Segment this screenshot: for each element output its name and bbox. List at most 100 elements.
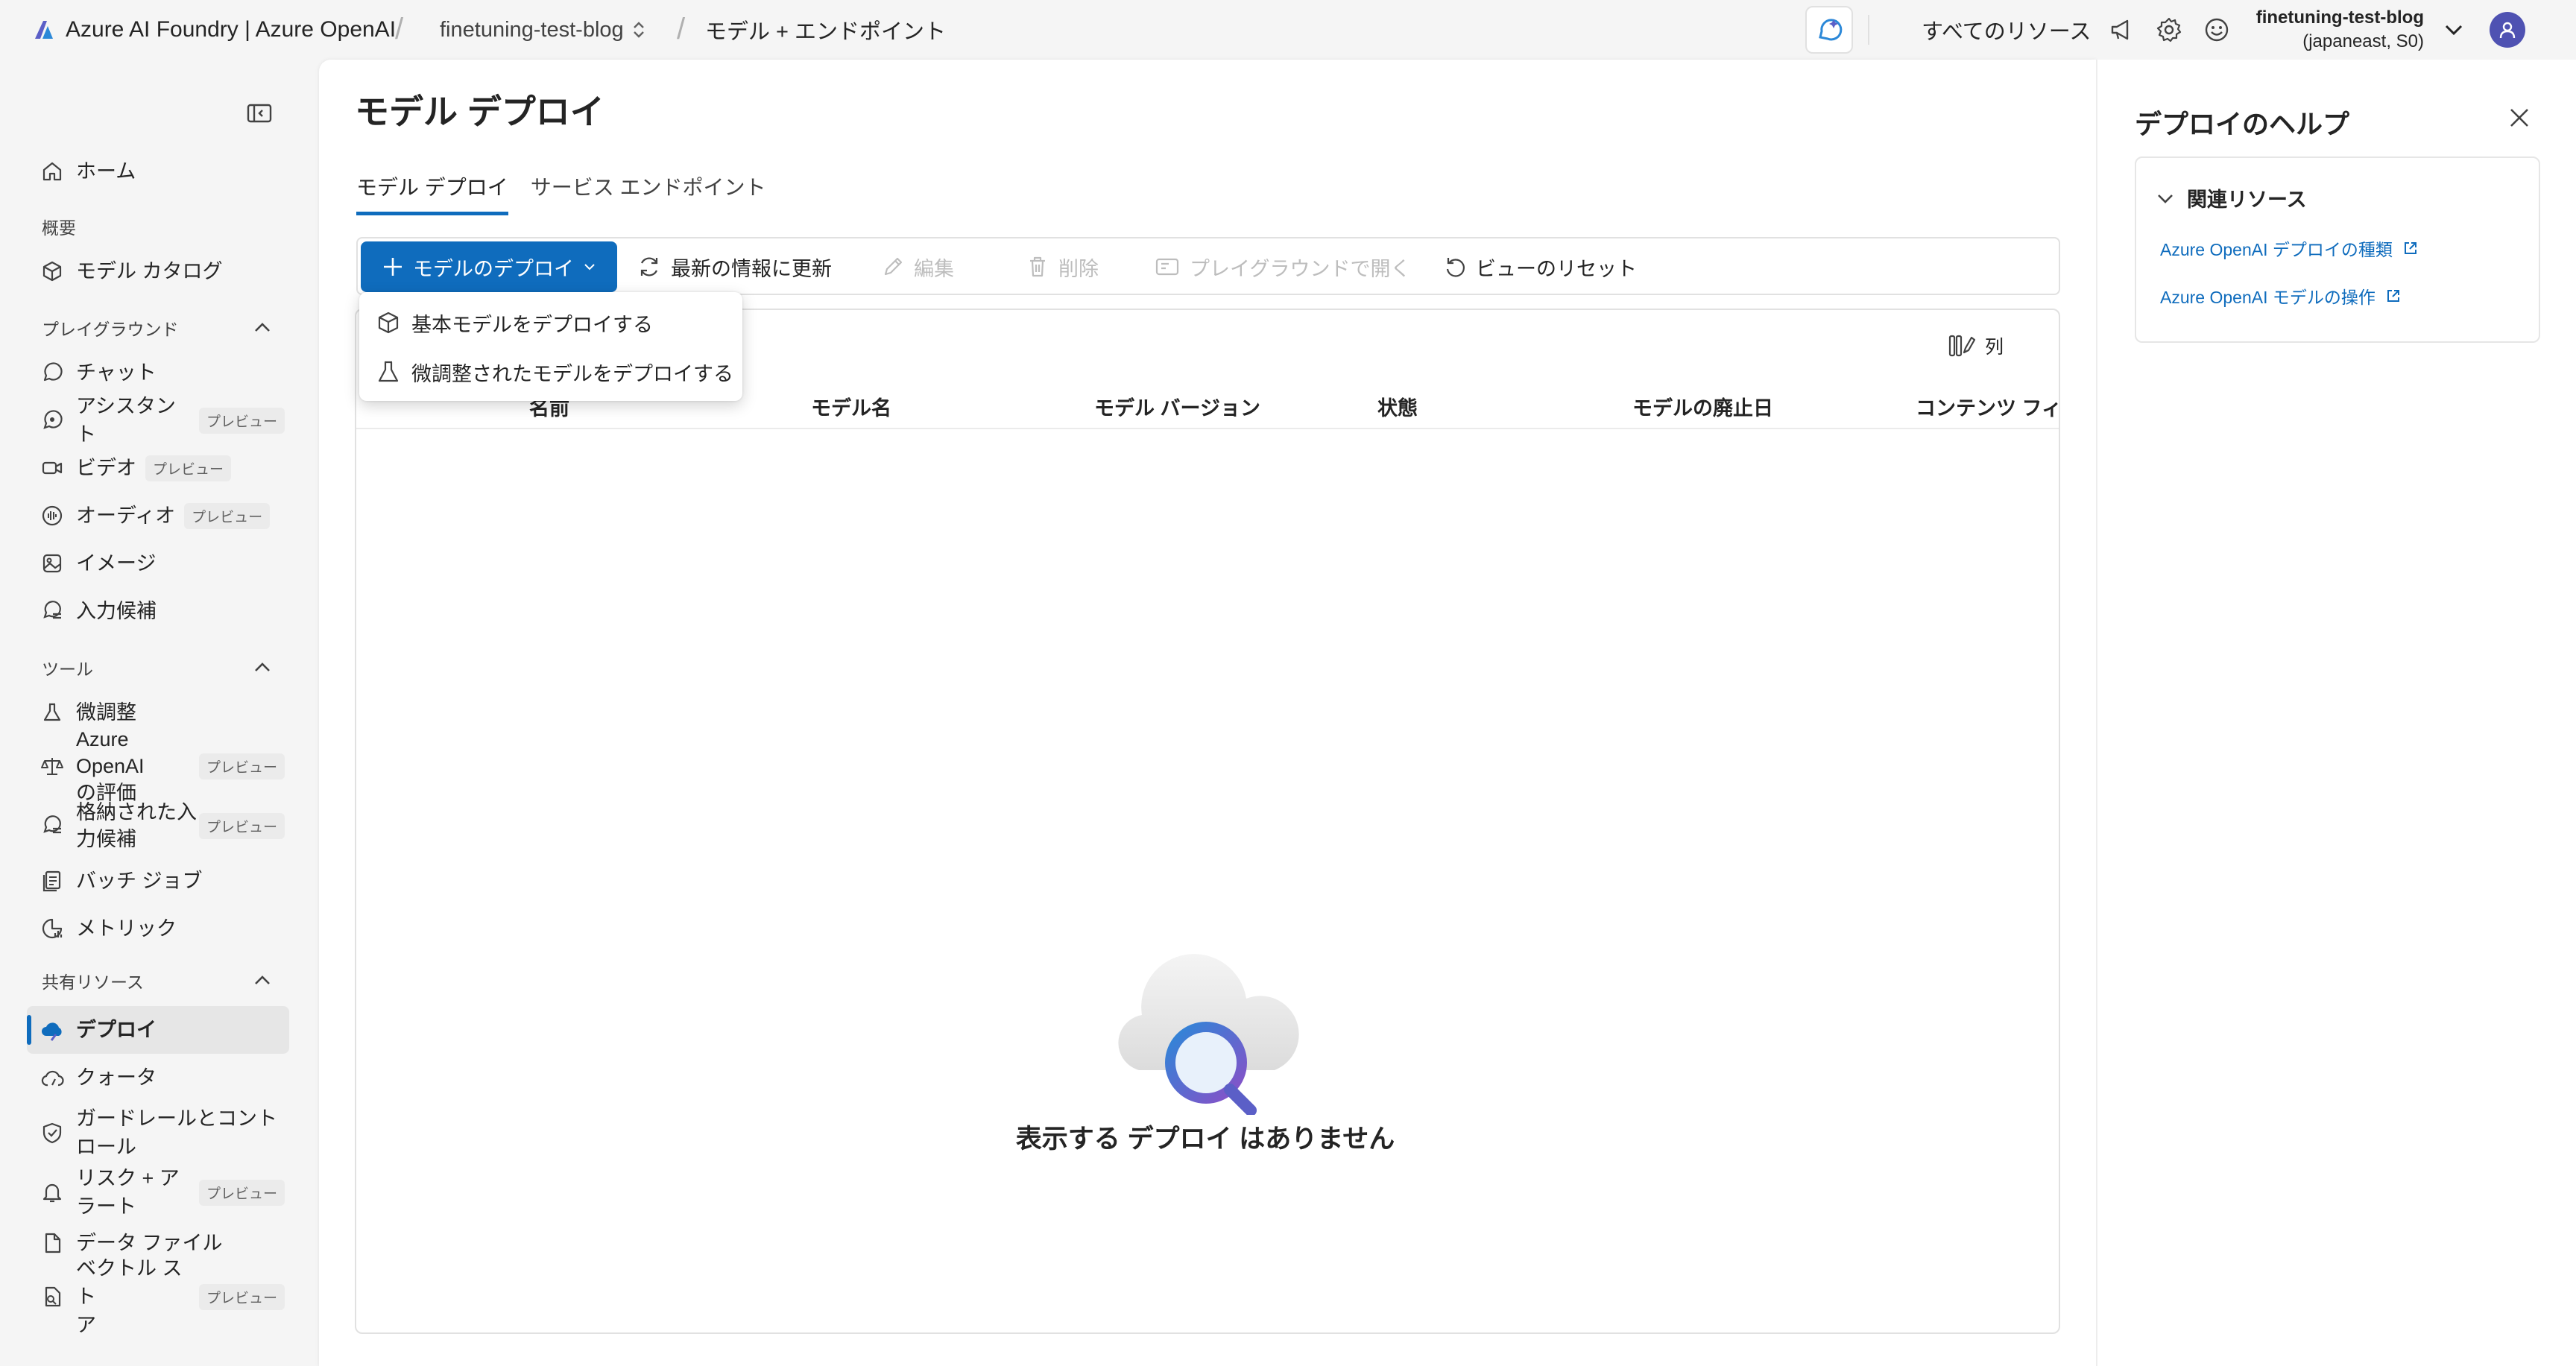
menu-item-deploy-base-model[interactable]: 基本モデルをデプロイする <box>359 298 742 347</box>
sidebar-item-video[interactable]: ビデオ プレビュー <box>27 444 289 492</box>
sidebar-item-label: バッチ ジョブ <box>76 870 203 892</box>
section-tools[interactable]: ツール <box>42 653 273 683</box>
brand-link[interactable]: Azure AI Foundry | Azure OpenAI <box>33 13 396 46</box>
sidebar-item-label: メトリック <box>76 917 177 940</box>
account-info[interactable]: finetuning-test-blog (japaneast, S0) <box>2256 6 2424 54</box>
section-label: 概要 <box>42 218 76 238</box>
command-bar: モデルのデプロイ 最新の情報に更新 編集 削除 プレイグラウンドで開く ビューの… <box>356 237 2060 295</box>
link-label: Azure OpenAI モデルの操作 <box>2160 288 2375 307</box>
feedback-smiley-icon[interactable] <box>2202 15 2232 45</box>
section-playground[interactable]: プレイグラウンド <box>42 313 273 343</box>
link-label: Azure OpenAI デプロイの種類 <box>2160 240 2393 259</box>
breadcrumb-current-page[interactable]: モデル + エンドポイント <box>705 13 946 46</box>
sidebar-item-metrics[interactable]: メトリック <box>27 905 289 952</box>
metrics-icon <box>37 914 67 943</box>
all-resources-link[interactable]: すべてのリソース <box>1922 13 2091 46</box>
sidebar-item-label: モデル カタログ <box>76 260 223 282</box>
sidebar-item-chat[interactable]: チャット <box>27 349 289 396</box>
refresh-button[interactable]: 最新の情報に更新 <box>637 241 832 292</box>
stored-completions-icon <box>37 811 67 841</box>
sidebar-item-evaluation[interactable]: Azure OpenAI の評価 プレビュー <box>27 728 289 804</box>
section-label: プレイグラウンド <box>42 320 179 339</box>
close-icon[interactable] <box>2506 104 2533 131</box>
sidebar-item-label: Azure OpenAI の評価 <box>76 726 199 806</box>
columns-button[interactable]: 列 <box>1948 332 2004 359</box>
sidebar-item-stored-completions[interactable]: 格納された入 力候補 プレビュー <box>27 797 289 854</box>
preview-badge: プレビュー <box>198 812 285 839</box>
column-header-content-filter[interactable]: コンテンツ フィルター <box>1916 392 2059 421</box>
completions-icon <box>37 596 67 626</box>
preview-badge: プレビュー <box>198 753 285 780</box>
sidebar-item-batch-jobs[interactable]: バッチ ジョブ <box>27 857 289 905</box>
brand-title: Azure AI Foundry | Azure OpenAI <box>66 17 397 42</box>
sidebar-item-completions[interactable]: 入力候補 <box>27 587 289 635</box>
breadcrumb-page-label: モデル + エンドポイント <box>705 20 947 44</box>
sidebar-item-label: クォータ <box>76 1066 157 1089</box>
quota-icon <box>37 1063 67 1093</box>
breadcrumb-separator: / <box>677 12 686 45</box>
sidebar-item-image[interactable]: イメージ <box>27 540 289 587</box>
delete-button[interactable]: 削除 <box>1026 241 1099 292</box>
sidebar-item-label: 入力候補 <box>76 600 157 622</box>
deploy-model-button[interactable]: モデルのデプロイ <box>361 241 617 292</box>
tab-list: モデル デプロイ サービス エンドポイント <box>356 171 789 215</box>
sidebar-item-risk-alerts[interactable]: リスク + アラート プレビュー <box>27 1163 289 1222</box>
assistant-icon <box>37 405 67 435</box>
related-resources-toggle[interactable]: 関連リソース <box>2156 183 2307 212</box>
sidebar-item-model-catalog[interactable]: モデル カタログ <box>27 247 289 295</box>
edit-label: 編集 <box>914 257 954 280</box>
sidebar-item-guardrails[interactable]: ガードレールとコント ロール <box>27 1103 289 1163</box>
section-shared-resources[interactable]: 共有リソース <box>42 966 273 996</box>
reset-view-button[interactable]: ビューのリセット <box>1443 241 1637 292</box>
sidebar-item-label: データ ファイル <box>76 1232 223 1254</box>
audio-wave-icon <box>37 501 67 531</box>
sidebar-item-label: オーディオ <box>76 505 176 527</box>
open-in-playground-button[interactable]: プレイグラウンドで開く <box>1154 241 1410 292</box>
project-selector[interactable]: finetuning-test-blog <box>440 13 646 46</box>
related-resources-card: 関連リソース Azure OpenAI デプロイの種類 Azure OpenAI… <box>2135 156 2540 343</box>
column-header-model-name[interactable]: モデル名 <box>811 392 891 421</box>
sidebar: ホーム 概要 モデル カタログ プレイグラウンド チャット アシスタント プレビ… <box>0 60 313 1366</box>
help-panel: デプロイのヘルプ 関連リソース Azure OpenAI デプロイの種類 Azu… <box>2096 60 2576 1366</box>
column-header-retirement-date[interactable]: モデルの廃止日 <box>1632 392 1773 421</box>
sidebar-item-quota[interactable]: クォータ <box>27 1054 289 1101</box>
tab-service-endpoints[interactable]: サービス エンドポイント <box>531 171 766 215</box>
settings-icon[interactable] <box>2154 15 2184 45</box>
edit-button[interactable]: 編集 <box>881 241 954 292</box>
top-bar: Azure AI Foundry | Azure OpenAI / finetu… <box>0 0 2576 60</box>
breadcrumb-separator: / <box>395 12 404 45</box>
label-line-2: 力候補 <box>76 828 136 850</box>
avatar[interactable] <box>2490 12 2525 48</box>
sidebar-item-home[interactable]: ホーム <box>27 148 289 195</box>
label-line-1: リスク + ア <box>76 1167 180 1189</box>
chevron-up-icon <box>252 317 273 338</box>
copilot-button[interactable] <box>1805 6 1853 54</box>
flask-icon <box>37 698 67 727</box>
shield-check-icon <box>37 1118 67 1148</box>
open-in-playground-label: プレイグラウンドで開く <box>1190 257 1411 280</box>
link-deployment-types[interactable]: Azure OpenAI デプロイの種類 <box>2160 235 2419 261</box>
all-resources-label: すべてのリソース <box>1922 20 2092 44</box>
chevron-down-icon[interactable] <box>2439 15 2469 45</box>
chevron-up-down-icon <box>631 20 646 39</box>
column-header-model-version[interactable]: モデル バージョン <box>1094 392 1260 421</box>
section-label: 共有リソース <box>42 973 144 992</box>
help-panel-title: デプロイのヘルプ <box>2135 109 2350 139</box>
collapse-sidebar-icon[interactable] <box>244 98 274 128</box>
announcement-icon[interactable] <box>2106 15 2136 45</box>
menu-item-deploy-finetuned-model[interactable]: 微調整されたモデルをデプロイする <box>359 347 742 396</box>
sidebar-item-label: リスク + アラート <box>76 1164 180 1221</box>
refresh-icon <box>637 254 662 279</box>
menu-item-label: 微調整されたモデルをデプロイする <box>411 362 733 385</box>
sidebar-item-audio[interactable]: オーディオ プレビュー <box>27 492 289 540</box>
sidebar-item-vector-store[interactable]: ベクトル ストア プレビュー <box>27 1257 289 1336</box>
link-working-with-models[interactable]: Azure OpenAI モデルの操作 <box>2160 283 2402 309</box>
column-header-state[interactable]: 状態 <box>1377 392 1418 421</box>
home-icon <box>37 156 67 186</box>
sidebar-item-deploy[interactable]: デプロイ <box>27 1006 289 1054</box>
deploy-cloud-icon <box>37 1015 67 1045</box>
risk-alert-icon <box>37 1177 67 1207</box>
project-name: finetuning-test-blog <box>440 17 624 42</box>
sidebar-item-assistant[interactable]: アシスタント プレビュー <box>27 395 289 446</box>
tab-model-deployments[interactable]: モデル デプロイ <box>356 171 508 215</box>
